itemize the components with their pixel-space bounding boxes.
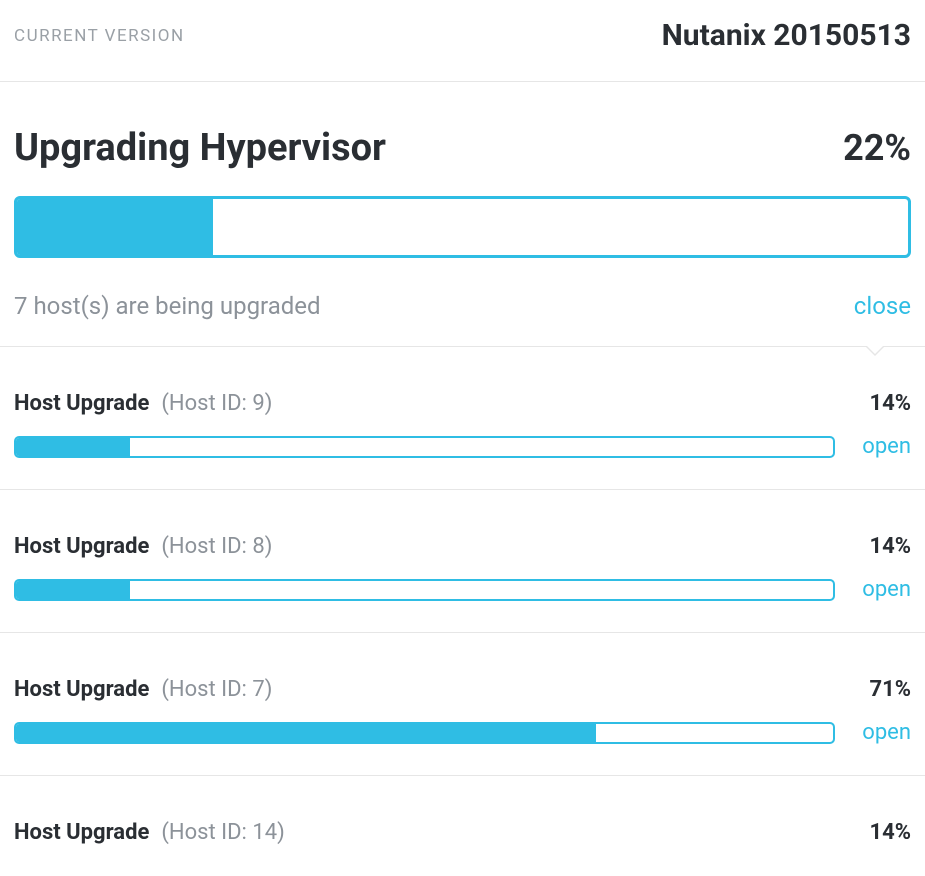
status-text: 7 host(s) are being upgraded <box>14 292 321 320</box>
host-progress-percent: 14% <box>869 820 911 845</box>
host-title-group: Host Upgrade (Host ID: 7) <box>14 677 272 702</box>
host-title-group: Host Upgrade (Host ID: 9) <box>14 391 272 416</box>
host-progress-fill <box>16 581 130 599</box>
header-row: CURRENT VERSION Nutanix 20150513 <box>0 0 925 82</box>
host-item: Host Upgrade (Host ID: 9) 14% open <box>0 347 925 490</box>
host-title: Host Upgrade <box>14 820 149 845</box>
main-progress-fill <box>17 199 213 255</box>
host-progress-bar <box>14 579 835 601</box>
main-title-row: Upgrading Hypervisor 22% <box>14 126 911 170</box>
host-progress-percent: 71% <box>869 677 911 702</box>
host-progress-bar <box>14 436 835 458</box>
host-item: Host Upgrade (Host ID: 7) 71% open <box>0 633 925 776</box>
host-title: Host Upgrade <box>14 534 149 559</box>
host-title: Host Upgrade <box>14 391 149 416</box>
status-row: 7 host(s) are being upgraded close <box>14 292 911 320</box>
host-item: Host Upgrade (Host ID: 8) 14% open <box>0 490 925 633</box>
current-version-label: CURRENT VERSION <box>14 26 185 46</box>
host-progress-fill <box>16 724 596 742</box>
current-version-value: Nutanix 20150513 <box>662 18 911 53</box>
host-id: (Host ID: 8) <box>161 534 272 559</box>
host-progress-percent: 14% <box>869 391 911 416</box>
host-progress-bar <box>14 722 835 744</box>
close-button[interactable]: close <box>854 292 911 320</box>
host-title-row: Host Upgrade (Host ID: 7) 71% <box>14 677 911 702</box>
main-title: Upgrading Hypervisor <box>14 126 386 170</box>
host-title-row: Host Upgrade (Host ID: 8) 14% <box>14 534 911 559</box>
host-progress-row: open <box>14 720 911 745</box>
host-id: (Host ID: 9) <box>161 391 272 416</box>
open-button[interactable]: open <box>853 577 911 602</box>
host-id: (Host ID: 7) <box>161 677 272 702</box>
open-button[interactable]: open <box>853 434 911 459</box>
host-progress-percent: 14% <box>869 534 911 559</box>
main-upgrade-section: Upgrading Hypervisor 22% 7 host(s) are b… <box>0 82 925 347</box>
panel-caret-icon-inner <box>866 345 884 354</box>
host-title-group: Host Upgrade (Host ID: 8) <box>14 534 272 559</box>
host-id: (Host ID: 14) <box>161 820 284 845</box>
host-title-row: Host Upgrade (Host ID: 14) 14% <box>14 820 911 845</box>
open-button[interactable]: open <box>853 720 911 745</box>
host-progress-fill <box>16 438 130 456</box>
host-progress-row: open <box>14 434 911 459</box>
main-progress-bar <box>14 196 911 258</box>
host-progress-row: open <box>14 577 911 602</box>
host-item: Host Upgrade (Host ID: 14) 14% <box>0 776 925 845</box>
main-progress-percent: 22% <box>843 127 911 169</box>
host-title-group: Host Upgrade (Host ID: 14) <box>14 820 285 845</box>
host-title: Host Upgrade <box>14 677 149 702</box>
host-title-row: Host Upgrade (Host ID: 9) 14% <box>14 391 911 416</box>
